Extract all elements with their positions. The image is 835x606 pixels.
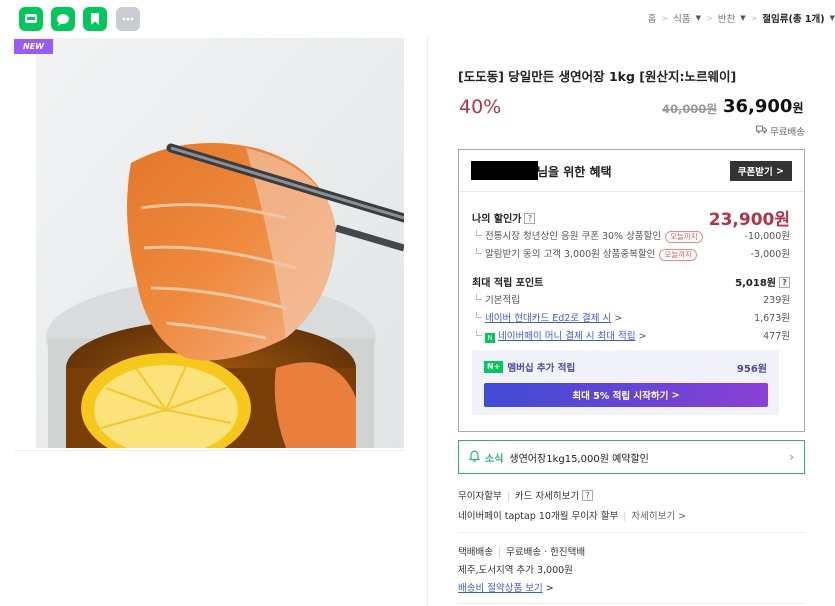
points-item-label: 기본적립: [485, 295, 520, 306]
delivery-type: 택배배송: [458, 547, 493, 558]
start-points-label: 최대 5% 적립 시작하기: [572, 391, 669, 402]
help-icon[interactable]: ?: [779, 277, 790, 288]
save-shipping-row: 배송비 절약상품 보기 >: [458, 580, 554, 594]
separator: |: [497, 547, 502, 558]
more-icon[interactable]: [116, 7, 140, 31]
divider: [458, 532, 805, 533]
benefit-header: 님을 위한 혜택 쿠폰받기 >: [459, 150, 804, 192]
shipping-text: 무료배송: [770, 127, 805, 138]
news-tag: 소식: [485, 453, 504, 465]
separator: |: [506, 491, 510, 502]
chevron-right-icon: >: [668, 389, 680, 401]
membership-box: N+ 멤버십 추가 적립 956원 최대 5% 적립 시작하기 >: [472, 350, 779, 415]
divider: [458, 603, 805, 604]
taptap-label: 네이버페이 taptap 10개월 무이자 할부: [458, 511, 619, 522]
sale-price: 36,900원: [723, 96, 804, 117]
points-row: 최대 적립 포인트 5,018원?: [472, 274, 790, 289]
chevron-right-icon: >: [706, 13, 713, 23]
deadline-pill: 오늘까지: [659, 249, 697, 261]
points-item: N 네이버페이 머니 결제 시 최대 적립 > 477원: [472, 328, 790, 343]
installment-row: 무이자할부 | 카드 자세히보기?: [458, 488, 594, 502]
points-item-value: 477원: [763, 331, 790, 342]
points-value: 5,018원: [735, 278, 776, 289]
talk-icon[interactable]: [19, 7, 43, 31]
my-price: 23,900원: [708, 210, 790, 230]
chevron-down-icon[interactable]: ▼: [740, 14, 745, 22]
discount-label: 전통시장 청년상인 응원 쿠폰 30% 상품할인: [485, 231, 662, 242]
chevron-right-icon: >: [542, 583, 554, 594]
points-total: 5,018원?: [735, 274, 790, 289]
chevron-right-icon: >: [661, 13, 669, 23]
discount-label: 알림받기 동의 고객 3,000원 상품중복할인: [485, 249, 656, 260]
taptap-row: 네이버페이 taptap 10개월 무이자 할부 | 자세히보기 >: [458, 508, 686, 522]
new-badge: NEW: [14, 39, 53, 54]
breadcrumb-pickles[interactable]: 절임류(총 1개): [762, 11, 824, 25]
chevron-right-icon: ›: [789, 450, 794, 464]
breadcrumb-home[interactable]: 홈: [648, 11, 657, 25]
benefit-title: 님을 위한 혜택: [537, 165, 612, 179]
redacted-username: [471, 161, 538, 180]
product-title: [도도동] 당일만든 생연어장 1kg [원산지:노르웨이]: [458, 69, 737, 84]
talktalk-icon[interactable]: [51, 7, 75, 31]
npay-icon: N: [485, 333, 495, 343]
chevron-right-icon: >: [675, 511, 687, 522]
hyundai-card-link[interactable]: 네이버 현대카드 Ed2로 결제 시: [485, 313, 611, 324]
discount-value: -10,000원: [744, 231, 790, 242]
chevron-right-icon: >: [772, 165, 784, 177]
breadcrumb-side-dish[interactable]: 반찬: [718, 11, 735, 25]
coupon-button-label: 쿠폰받기: [737, 167, 773, 178]
breadcrumb-food[interactable]: 식품: [673, 11, 690, 25]
separator: |: [623, 511, 627, 522]
deadline-pill: 오늘까지: [665, 231, 703, 243]
coupon-button[interactable]: 쿠폰받기 >: [729, 161, 792, 181]
news-text: 생연어장1kg15,000원 예약할인: [509, 453, 649, 465]
shipping-info: 무료배송: [756, 124, 805, 138]
sale-price-value: 36,900: [723, 96, 793, 117]
delivery-info: 무료배송 · 한진택배: [506, 547, 586, 558]
bell-icon: [468, 449, 481, 465]
points-label: 최대 적립 포인트: [472, 278, 544, 289]
chevron-right-icon: >: [635, 331, 647, 342]
truck-icon: [756, 125, 768, 137]
chevron-down-icon[interactable]: ▼: [830, 14, 835, 22]
points-item: 기본적립 239원: [472, 292, 790, 306]
discount-value: -3,000원: [750, 249, 790, 260]
points-item-value: 1,673원: [754, 313, 790, 324]
delivery-extra: 제주,도서지역 추가 3,000원: [458, 565, 573, 576]
thumbnail-area: [14, 450, 404, 606]
start-points-button[interactable]: 최대 5% 적립 시작하기 >: [484, 383, 768, 407]
news-banner[interactable]: 소식 생연어장1kg15,000원 예약할인 ›: [458, 440, 805, 474]
taptap-detail-link[interactable]: 자세히보기: [631, 511, 675, 522]
chevron-right-icon: >: [750, 13, 758, 23]
chevron-down-icon[interactable]: ▼: [696, 14, 701, 22]
original-price: 40,000원: [662, 102, 717, 116]
save-shipping-link[interactable]: 배송비 절약상품 보기: [458, 583, 543, 594]
discount-rate: 40%: [459, 96, 502, 118]
chevron-right-icon: >: [611, 313, 623, 324]
my-price-label: 나의 할인가: [472, 214, 522, 225]
nplus-icon: N+: [484, 361, 504, 373]
membership-label: 멤버십 추가 적립: [507, 363, 576, 374]
card-detail-link[interactable]: 카드 자세히보기: [515, 491, 579, 502]
points-item: 네이버 현대카드 Ed2로 결제 시 > 1,673원: [472, 310, 790, 324]
breadcrumb: 홈 > 식품 ▼ > 반찬 ▼ > 절임류(총 1개) ▼: [648, 11, 835, 26]
product-photo[interactable]: [36, 38, 404, 448]
benefit-box: 님을 위한 혜택 쿠폰받기 > 나의 할인가? 23,900원 전통시장 청년상…: [458, 149, 805, 432]
npay-money-link[interactable]: 네이버페이 머니 결제 시 최대 적립: [498, 331, 635, 342]
membership-row: N+ 멤버십 추가 적립: [484, 360, 575, 374]
top-bar: 홈 > 식품 ▼ > 반찬 ▼ > 절임류(총 1개) ▼: [0, 0, 835, 38]
sale-price-unit: 원: [792, 101, 804, 115]
installment-label: 무이자할부: [458, 491, 502, 502]
delivery-row: 택배배송 | 무료배송 · 한진택배: [458, 544, 585, 558]
bookmark-icon[interactable]: [83, 7, 107, 31]
divider: [427, 38, 428, 606]
help-icon[interactable]: ?: [582, 490, 594, 501]
discount-row: 전통시장 청년상인 응원 쿠폰 30% 상품할인 오늘까지 -10,000원: [472, 228, 790, 243]
discount-row: 알림받기 동의 고객 3,000원 상품중복할인 오늘까지 -3,000원: [472, 246, 790, 261]
points-item-value: 239원: [763, 295, 790, 306]
help-icon[interactable]: ?: [524, 213, 536, 224]
membership-value: 956원: [736, 364, 767, 375]
